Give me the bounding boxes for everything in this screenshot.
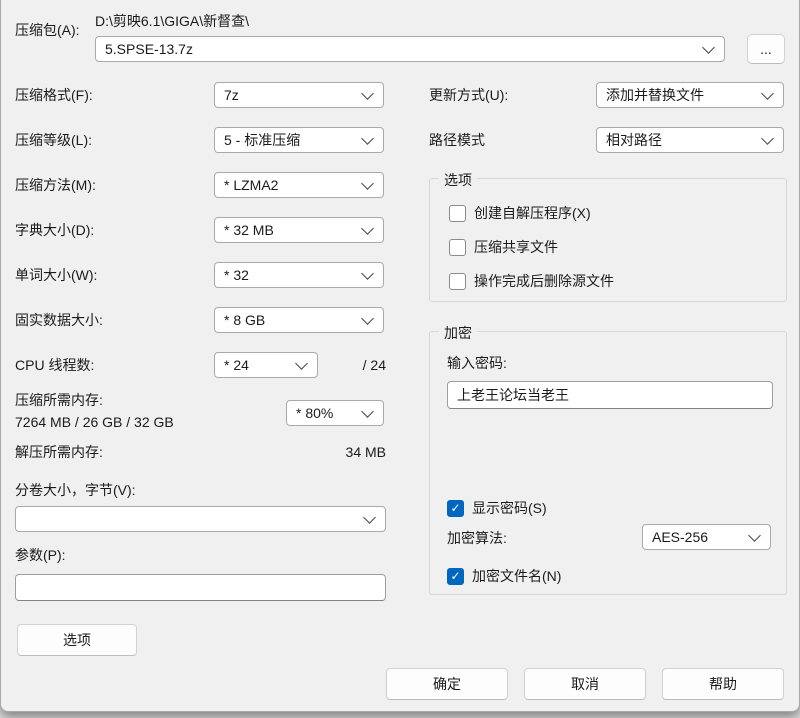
checkmark-icon: ✓: [450, 502, 460, 514]
format-label: 压缩格式(F):: [15, 87, 93, 104]
options-button[interactable]: 选项: [17, 624, 137, 656]
path-mode-label: 路径模式: [429, 132, 485, 149]
cpu-threads-value: * 24: [224, 357, 249, 373]
chevron-down-icon: [363, 511, 376, 524]
checkbox-label: 加密文件名(N): [472, 566, 561, 586]
level-value: 5 - 标准压缩: [224, 130, 300, 150]
chevron-down-icon: [295, 357, 308, 370]
checkbox-box[interactable]: ✓: [449, 205, 466, 222]
encryption-group-title: 加密: [439, 323, 477, 343]
update-mode-value: 添加并替换文件: [606, 85, 704, 105]
chevron-down-icon: [361, 87, 374, 100]
encryption-method-value: AES-256: [652, 529, 708, 545]
checkbox-delete-after[interactable]: ✓ 操作完成后删除源文件: [449, 271, 614, 291]
encryption-method-label: 加密算法:: [447, 530, 507, 547]
path-mode-value: 相对路径: [606, 130, 662, 150]
parameters-input[interactable]: [15, 574, 386, 601]
checkbox-label: 显示密码(S): [472, 498, 547, 518]
word-size-label: 单词大小(W):: [15, 267, 97, 284]
checkbox-box[interactable]: ✓: [449, 239, 466, 256]
cpu-threads-max: / 24: [331, 357, 386, 373]
checkbox-label: 操作完成后删除源文件: [474, 271, 614, 291]
solid-block-size-label: 固实数据大小:: [15, 312, 103, 329]
checkmark-icon: ✓: [450, 570, 460, 582]
chevron-down-icon: [761, 132, 774, 145]
options-groupbox: 选项 ✓ 创建自解压程序(X) ✓ 压缩共享文件 ✓ 操作完成后删除源文件: [429, 178, 787, 302]
encryption-method-combobox[interactable]: AES-256: [642, 524, 771, 550]
method-combobox[interactable]: * LZMA2: [214, 172, 384, 198]
cpu-threads-combobox[interactable]: * 24: [214, 352, 318, 378]
memory-compress-label: 压缩所需内存:: [15, 392, 103, 409]
word-size-value: * 32: [224, 267, 249, 283]
chevron-down-icon: [361, 177, 374, 190]
update-mode-label: 更新方式(U):: [429, 87, 508, 104]
checkbox-show-password[interactable]: ✓ 显示密码(S): [447, 498, 547, 518]
memory-decompress-value: 34 MB: [271, 444, 386, 460]
checkbox-create-sfx[interactable]: ✓ 创建自解压程序(X): [449, 203, 591, 223]
cancel-button[interactable]: 取消: [524, 668, 646, 700]
method-value: * LZMA2: [224, 177, 278, 193]
checkbox-encrypt-filenames[interactable]: ✓ 加密文件名(N): [447, 566, 561, 586]
memory-compress-detail: 7264 MB / 26 GB / 32 GB: [15, 414, 174, 431]
chevron-down-icon: [361, 405, 374, 418]
cpu-threads-label: CPU 线程数:: [15, 357, 94, 374]
solid-block-size-value: * 8 GB: [224, 312, 265, 328]
add-to-archive-dialog: 压缩包(A): D:\剪映6.1\GIGA\新督查\ 5.SPSE-13.7z …: [0, 0, 800, 712]
archive-name-value: 5.SPSE-13.7z: [105, 41, 193, 57]
chevron-down-icon: [748, 529, 761, 542]
chevron-down-icon: [761, 87, 774, 100]
password-input[interactable]: [447, 381, 773, 409]
memory-decompress-label: 解压所需内存:: [15, 444, 103, 461]
chevron-down-icon: [361, 132, 374, 145]
volume-size-label: 分卷大小，字节(V):: [15, 482, 136, 499]
memory-usage-combobox[interactable]: * 80%: [286, 400, 384, 426]
method-label: 压缩方法(M):: [15, 177, 96, 194]
solid-block-size-combobox[interactable]: * 8 GB: [214, 307, 384, 333]
dictionary-size-combobox[interactable]: * 32 MB: [214, 217, 384, 243]
encryption-groupbox: 加密 输入密码: ✓ 显示密码(S) 加密算法: AES-256 ✓ 加密文件名…: [429, 331, 787, 595]
word-size-combobox[interactable]: * 32: [214, 262, 384, 288]
chevron-down-icon: [361, 222, 374, 235]
archive-label: 压缩包(A):: [15, 22, 80, 39]
update-mode-combobox[interactable]: 添加并替换文件: [596, 82, 784, 108]
dictionary-size-label: 字典大小(D):: [15, 222, 94, 239]
password-label: 输入密码:: [447, 355, 507, 372]
checkbox-box[interactable]: ✓: [447, 500, 464, 517]
chevron-down-icon: [702, 41, 715, 54]
ok-button[interactable]: 确定: [386, 668, 508, 700]
level-combobox[interactable]: 5 - 标准压缩: [214, 127, 384, 153]
chevron-down-icon: [361, 312, 374, 325]
chevron-down-icon: [361, 267, 374, 280]
checkbox-label: 创建自解压程序(X): [474, 203, 591, 223]
volume-size-combobox[interactable]: [15, 506, 386, 532]
browse-button[interactable]: ...: [747, 34, 785, 64]
checkbox-box[interactable]: ✓: [449, 273, 466, 290]
format-value: 7z: [224, 87, 239, 103]
dictionary-size-value: * 32 MB: [224, 222, 274, 238]
checkbox-shared-files[interactable]: ✓ 压缩共享文件: [449, 237, 558, 257]
level-label: 压缩等级(L):: [15, 132, 92, 149]
memory-usage-value: * 80%: [296, 405, 333, 421]
archive-name-combobox[interactable]: 5.SPSE-13.7z: [95, 36, 725, 62]
checkbox-label: 压缩共享文件: [474, 237, 558, 257]
help-button[interactable]: 帮助: [662, 668, 784, 700]
checkbox-box[interactable]: ✓: [447, 568, 464, 585]
options-group-title: 选项: [439, 170, 477, 190]
parameters-label: 参数(P):: [15, 547, 66, 564]
archive-directory-path: D:\剪映6.1\GIGA\新督查\: [95, 13, 249, 30]
path-mode-combobox[interactable]: 相对路径: [596, 127, 784, 153]
format-combobox[interactable]: 7z: [214, 82, 384, 108]
